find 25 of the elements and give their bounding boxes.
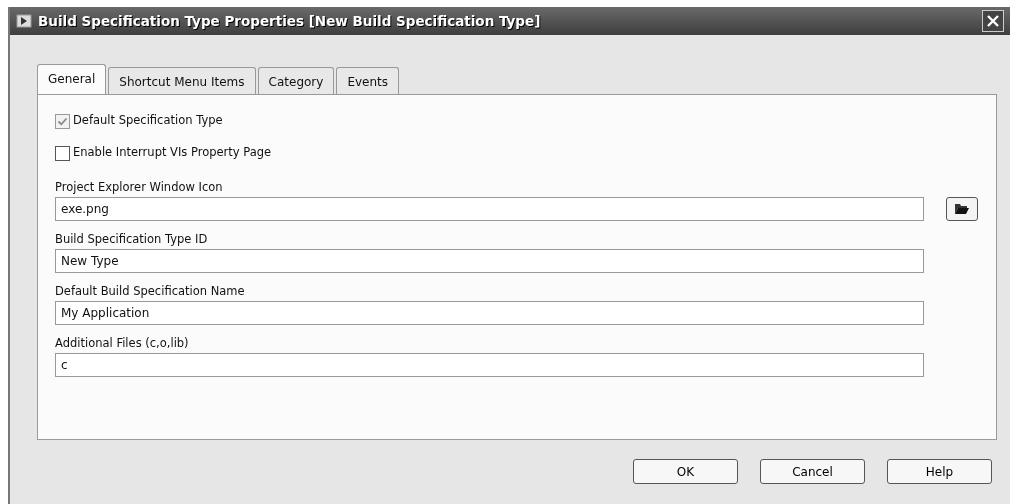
checkbox-label: Default Specification Type [73,112,223,130]
tab[interactable]: Shortcut Menu Items [108,67,256,94]
tab[interactable]: Events [336,67,400,94]
tab[interactable]: Category [257,67,335,94]
field-label: Default Build Specification Name [55,283,246,300]
close-icon [986,14,1000,28]
dialog-button[interactable]: Help [887,459,992,484]
checkbox-label: Enable Interrupt VIs Property Page [73,144,272,162]
text-field[interactable]: c [55,353,924,377]
dialog-button[interactable]: OK [633,459,738,484]
dialog-button[interactable]: Cancel [760,459,865,484]
folder-icon [954,203,970,215]
browse-button[interactable] [946,197,978,221]
field-label: Build Specification Type ID [55,231,209,248]
tab[interactable]: General [37,64,107,94]
text-field[interactable]: exe.png [55,197,924,221]
window-title: Build Specification Type Properties [New Build Specification Type] [38,11,541,31]
check-icon [57,115,68,127]
field-label: Project Explorer Window Icon [55,179,224,196]
text-field[interactable]: My Application [55,301,924,325]
close-button[interactable] [982,10,1004,32]
field-label: Additional Files (c,o,lib) [55,335,190,352]
app-icon [16,14,32,28]
checkbox[interactable] [55,145,70,161]
text-field[interactable]: New Type [55,249,924,273]
